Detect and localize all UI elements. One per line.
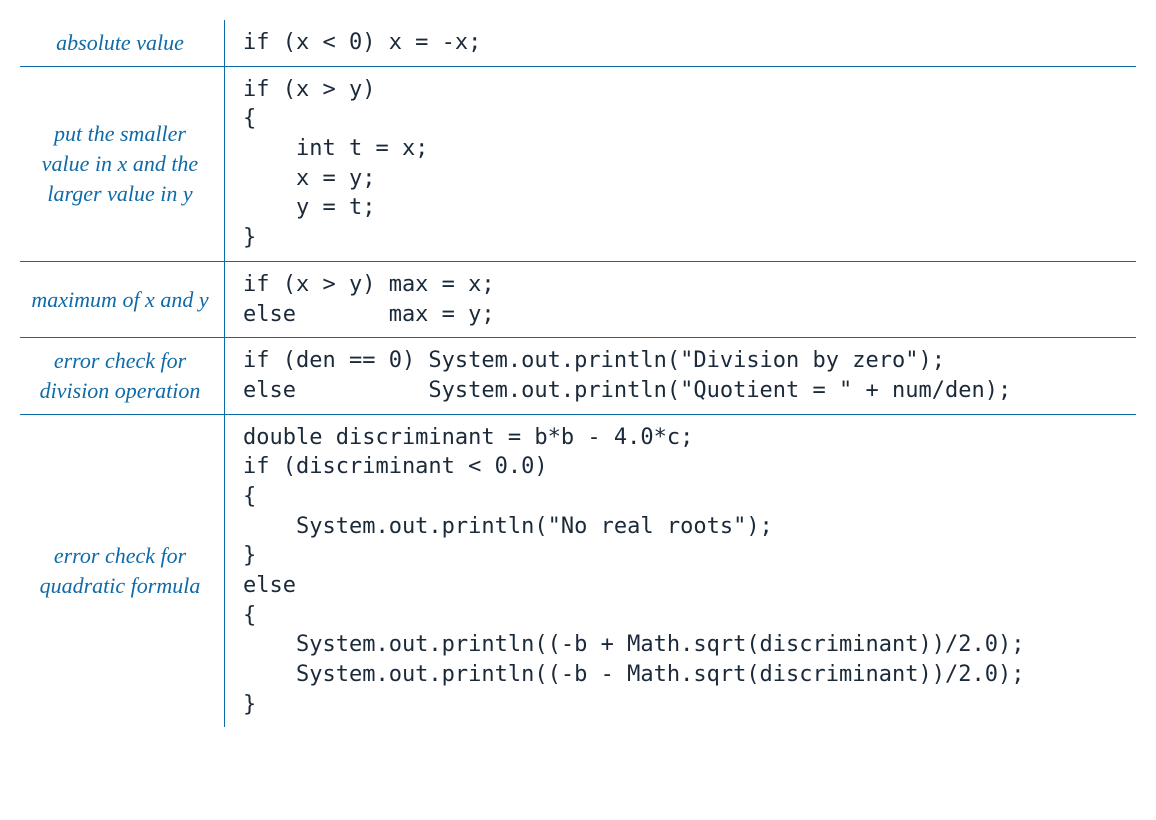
- example-description: absolute value: [20, 20, 225, 66]
- example-description: error check for division operation: [20, 338, 225, 414]
- example-code: if (x > y) { int t = x; x = y; y = t; }: [225, 66, 1137, 261]
- example-code: double discriminant = b*b - 4.0*c; if (d…: [225, 414, 1137, 727]
- table-row: put the smaller value in x and the large…: [20, 66, 1136, 261]
- example-code: if (x < 0) x = -x;: [225, 20, 1137, 66]
- example-description: maximum of x and y: [20, 261, 225, 337]
- table-row: error check for division operation if (d…: [20, 338, 1136, 414]
- table-row: maximum of x and y if (x > y) max = x; e…: [20, 261, 1136, 337]
- example-code: if (den == 0) System.out.println("Divisi…: [225, 338, 1137, 414]
- example-description: error check for quadratic formula: [20, 414, 225, 727]
- example-description: put the smaller value in x and the large…: [20, 66, 225, 261]
- example-code: if (x > y) max = x; else max = y;: [225, 261, 1137, 337]
- table-row: absolute value if (x < 0) x = -x;: [20, 20, 1136, 66]
- code-examples-table: absolute value if (x < 0) x = -x; put th…: [20, 20, 1136, 727]
- table-row: error check for quadratic formula double…: [20, 414, 1136, 727]
